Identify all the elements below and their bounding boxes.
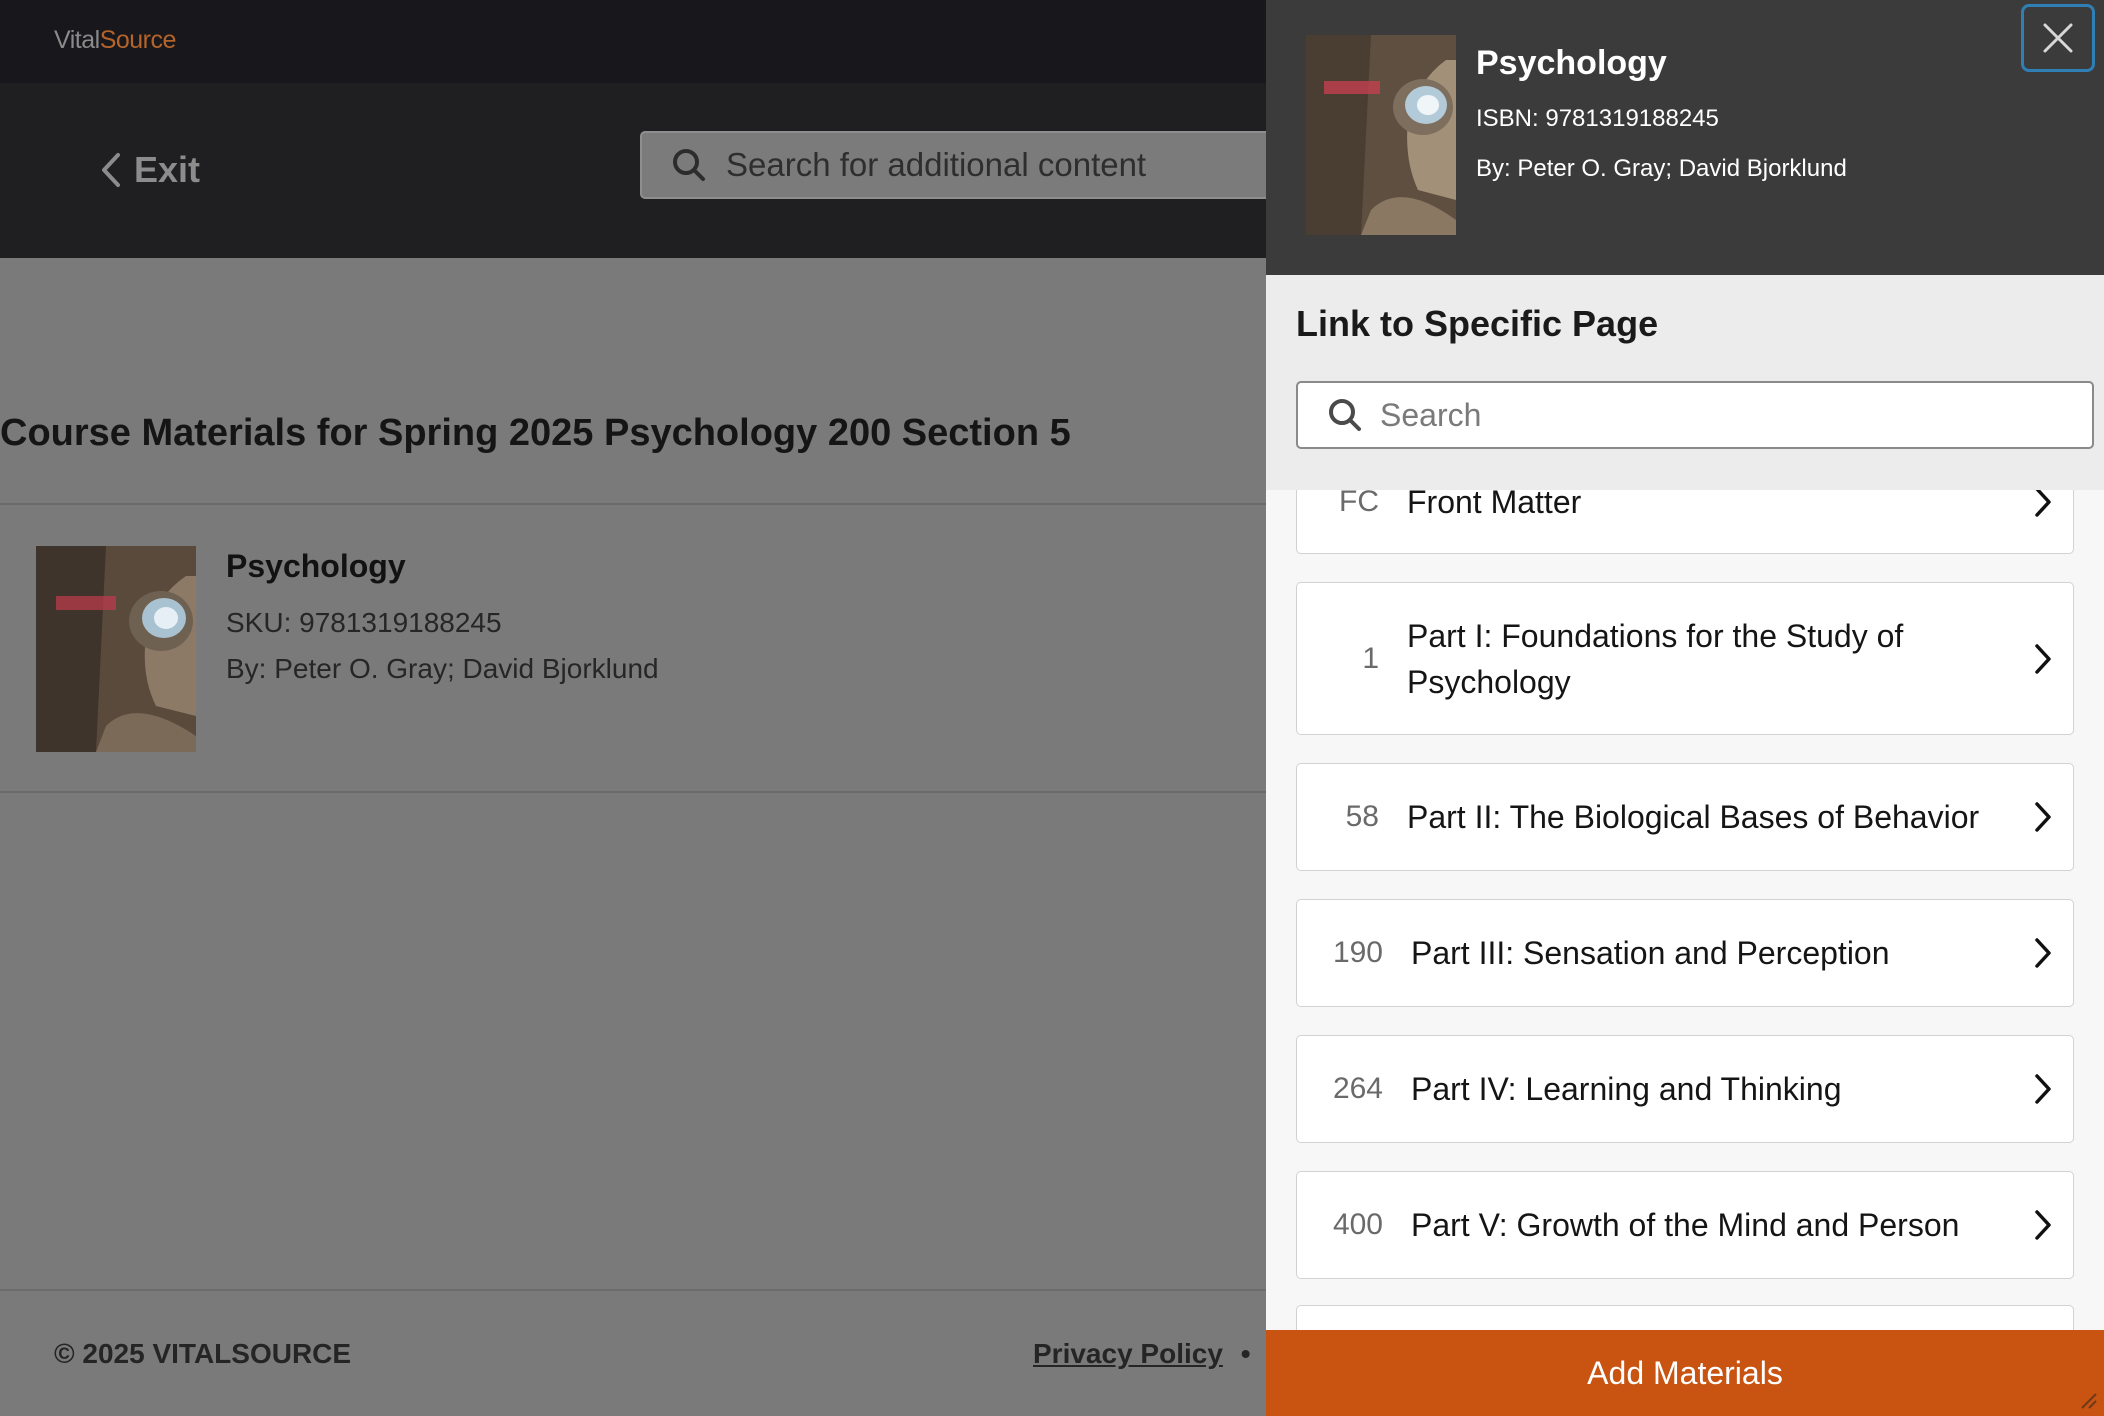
book-title: Psychology <box>226 548 406 584</box>
panel-book-title: Psychology <box>1476 44 1667 82</box>
footer-links: Privacy Policy • Co <box>1033 1338 1306 1370</box>
panel-book-cover-image <box>1306 35 1456 235</box>
logo-text-source: Source <box>99 26 177 54</box>
toc-item[interactable]: 400 Part V: Growth of the Mind and Perso… <box>1296 1171 2074 1279</box>
toc-page-number: FC <box>1339 485 1379 518</box>
toc-page-number: 190 <box>1332 936 1383 969</box>
panel-book-isbn: ISBN: 9781319188245 <box>1476 105 1719 132</box>
toc-item[interactable]: 264 Part IV: Learning and Thinking <box>1296 1035 2074 1143</box>
divider <box>0 1289 1270 1291</box>
close-panel-button[interactable] <box>2021 4 2095 72</box>
toc-item-label: Part III: Sensation and Perception <box>1411 935 1890 971</box>
logo-text-vital: Vital <box>54 26 100 54</box>
exit-label: Exit <box>134 149 201 190</box>
toc-page-number: 58 <box>1345 800 1379 833</box>
toc-page-number: 1 <box>1362 641 1379 675</box>
content-search-input[interactable] <box>726 146 1326 184</box>
divider <box>0 503 1270 505</box>
privacy-policy-link[interactable]: Privacy Policy <box>1033 1338 1223 1369</box>
panel-book-authors: By: Peter O. Gray; David Bjorklund <box>1476 155 1847 182</box>
toc-item-label: Part I: Foundations for the Study of Psy… <box>1407 617 1904 700</box>
chevron-right-icon <box>2013 801 2073 833</box>
book-sku: SKU: 9781319188245 <box>226 607 502 638</box>
toc-item[interactable]: 190 Part III: Sensation and Perception <box>1296 899 2074 1007</box>
chevron-right-icon <box>2013 937 2073 969</box>
page-title: Course Materials for Spring 2025 Psychol… <box>0 412 1071 454</box>
book-authors: By: Peter O. Gray; David Bjorklund <box>226 653 659 684</box>
link-to-page-section: Link to Specific Page <box>1266 275 2104 490</box>
toc-page-number: 264 <box>1332 1072 1383 1105</box>
toc-item[interactable]: 1 Part I: Foundations for the Study of P… <box>1296 582 2074 735</box>
search-icon <box>673 149 705 181</box>
book-info: Psychology SKU: 9781319188245 By: Peter … <box>226 546 659 752</box>
exit-button[interactable]: Exit <box>100 149 200 191</box>
add-materials-button[interactable]: Add Materials <box>1266 1330 2104 1416</box>
chevron-right-icon <box>2013 1073 2073 1105</box>
panel-header: Psychology ISBN: 9781319188245 By: Peter… <box>1266 0 2104 275</box>
toc-item-label: Part II: The Biological Bases of Behavio… <box>1407 799 1980 835</box>
divider <box>0 791 1270 793</box>
search-icon <box>1329 399 1361 431</box>
course-book-card[interactable]: Psychology SKU: 9781319188245 By: Peter … <box>36 546 659 752</box>
footer-copyright: © 2025 VITALSOURCE <box>54 1338 352 1369</box>
chevron-right-icon <box>2013 1209 2073 1241</box>
book-cover-image <box>36 546 196 752</box>
footer-separator: • <box>1240 1338 1251 1369</box>
book-detail-panel: Psychology ISBN: 9781319188245 By: Peter… <box>1266 0 2104 1416</box>
close-icon <box>2043 23 2073 53</box>
chevron-right-icon <box>2013 643 2073 675</box>
toc-item[interactable]: 58 Part II: The Biological Bases of Beha… <box>1296 763 2074 871</box>
link-to-page-heading: Link to Specific Page <box>1296 303 1659 344</box>
chevron-right-icon <box>2013 486 2073 518</box>
chevron-left-icon <box>102 153 120 187</box>
toc-page-number: 400 <box>1332 1208 1383 1241</box>
toc-search-box[interactable] <box>1296 381 2094 449</box>
toc-item-label: Part IV: Learning and Thinking <box>1411 1071 1842 1107</box>
resize-handle-icon[interactable] <box>2076 1388 2098 1410</box>
toc-item-label: Part V: Growth of the Mind and Person <box>1411 1207 1960 1243</box>
toc-search-input[interactable] <box>1380 396 2080 434</box>
vitalsource-logo[interactable]: VitalSource <box>54 26 176 55</box>
